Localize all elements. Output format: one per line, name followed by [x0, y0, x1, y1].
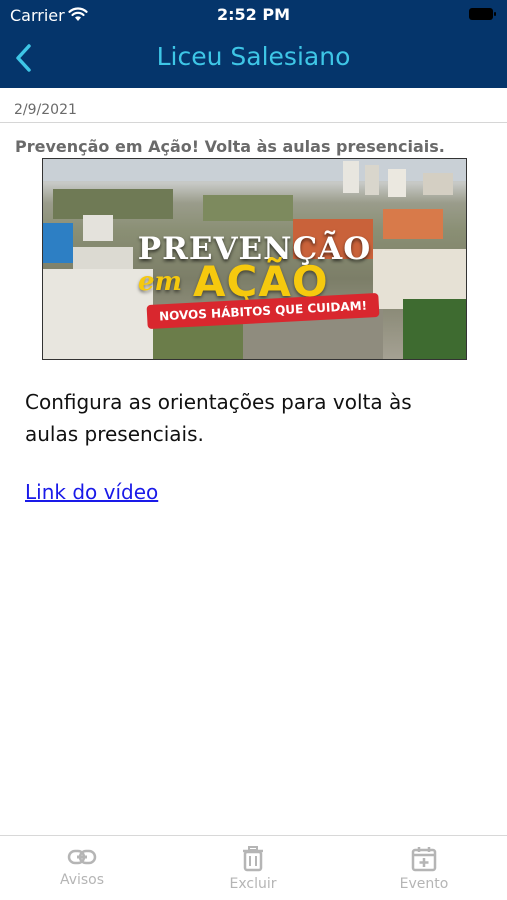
post-banner-image: PREVENÇÃO em AÇÃO NOVOS HÁBITOS QUE CUID… — [42, 158, 467, 360]
clock: 2:52 PM — [216, 5, 290, 24]
tab-bar: Avisos Excluir Evento — [0, 835, 507, 900]
nav-bar: Liceu Salesiano — [0, 30, 507, 88]
trash-icon — [243, 846, 263, 872]
battery-icon — [469, 8, 496, 20]
divider — [0, 122, 507, 123]
post-date: 2/9/2021 — [14, 102, 77, 118]
screen: Carrier 2:52 PM Liceu Salesiano 2/9/2021… — [0, 0, 507, 900]
app-header: Carrier 2:52 PM Liceu Salesiano — [0, 0, 507, 88]
calendar-add-icon — [411, 847, 437, 872]
tab-evento-label: Evento — [399, 876, 449, 892]
status-bar: Carrier 2:52 PM — [0, 0, 507, 30]
video-link[interactable]: Link do vídeo — [25, 480, 158, 504]
tab-avisos-label: Avisos — [59, 872, 105, 888]
post-title: Prevenção em Ação! Volta às aulas presen… — [15, 137, 445, 156]
page-title: Liceu Salesiano — [156, 42, 351, 71]
link-icon — [67, 849, 97, 865]
banner-script-text: em — [138, 267, 183, 297]
tab-excluir[interactable]: Excluir — [198, 846, 308, 892]
post-body: Configura as orientações para volta às a… — [25, 390, 412, 446]
tab-avisos[interactable]: Avisos — [27, 846, 137, 888]
tab-excluir-label: Excluir — [229, 876, 277, 892]
tab-evento[interactable]: Evento — [369, 846, 479, 892]
